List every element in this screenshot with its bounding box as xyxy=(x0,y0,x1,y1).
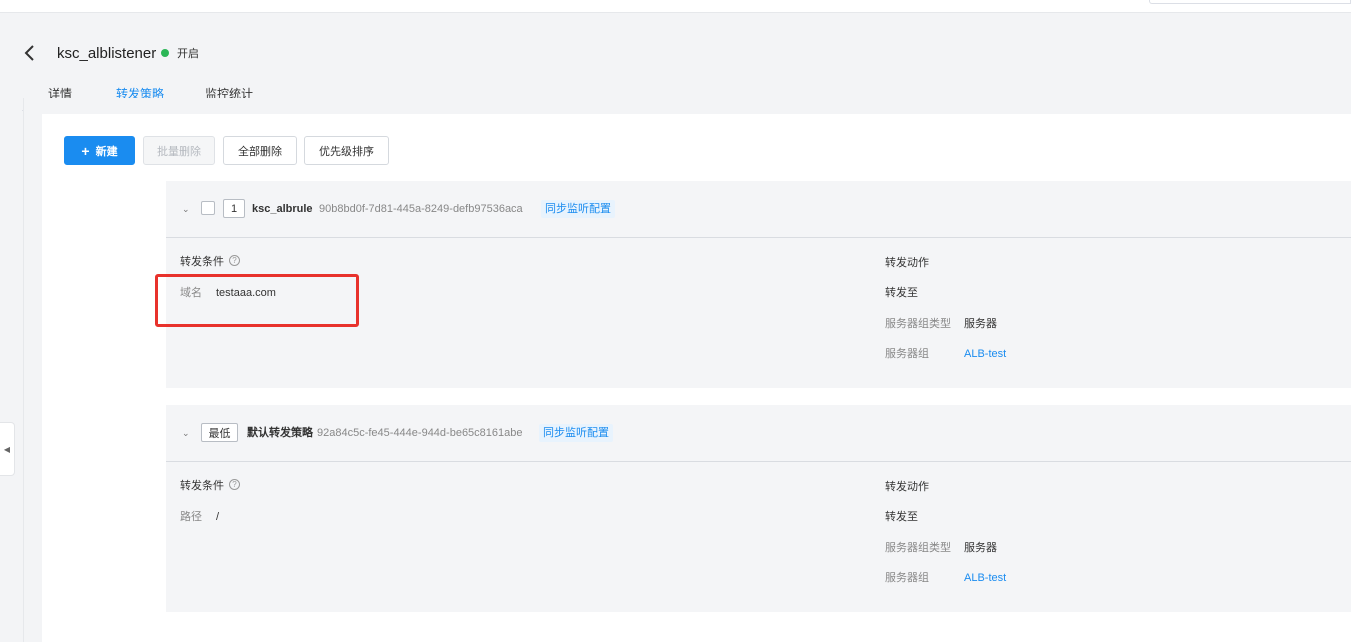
rule-checkbox[interactable] xyxy=(201,201,215,215)
caret-left-icon: ◀ xyxy=(3,444,11,454)
page-title: ksc_alblistener xyxy=(57,45,157,62)
top-search-input[interactable] xyxy=(1149,0,1351,4)
rule-name: ksc_albrule xyxy=(252,203,313,215)
status-dot-icon xyxy=(161,49,169,57)
chevron-left-icon[interactable] xyxy=(22,44,36,62)
server-group-link[interactable]: ALB-test xyxy=(964,347,1006,361)
rule-card: ⌄ 最低 默认转发策略 92a84c5c-fe45-444e-944d-be65… xyxy=(166,405,1351,612)
rule-name: 默认转发策略 xyxy=(247,427,313,439)
sidebar-collapse-handle[interactable]: ◀ xyxy=(0,422,15,476)
server-group-type-value: 服务器 xyxy=(964,318,997,330)
batch-delete-button[interactable]: 批量删除 xyxy=(143,136,215,165)
priority-sort-button[interactable]: 优先级排序 xyxy=(304,136,389,165)
sync-listener-config-link[interactable]: 同步监听配置 xyxy=(539,424,613,442)
highlight-annotation-box xyxy=(155,274,359,327)
server-group-key: 服务器组 xyxy=(885,572,929,584)
sync-listener-config-link[interactable]: 同步监听配置 xyxy=(541,200,615,218)
forward-to-label: 转发至 xyxy=(885,287,918,299)
chevron-down-icon[interactable]: ⌄ xyxy=(182,428,190,439)
rule-header: ⌄ 1 ksc_albrule 90b8bd0f-7d81-445a-8249-… xyxy=(166,181,1351,238)
condition-key: 路径 xyxy=(180,511,202,523)
server-group-key: 服务器组 xyxy=(885,348,929,360)
delete-all-button[interactable]: 全部删除 xyxy=(223,136,297,165)
new-button[interactable]: + 新建 xyxy=(64,136,135,165)
help-icon[interactable]: ? xyxy=(229,255,240,266)
forward-to-label: 转发至 xyxy=(885,511,918,523)
server-group-type-key: 服务器组类型 xyxy=(885,318,951,330)
top-navigation-bar xyxy=(0,0,1351,13)
action-title: 转发动作 xyxy=(885,481,929,493)
server-group-link[interactable]: ALB-test xyxy=(964,571,1006,585)
server-group-type-value: 服务器 xyxy=(964,542,997,554)
condition-title: 转发条件 xyxy=(180,256,224,268)
plus-icon: + xyxy=(81,142,90,159)
condition-value: / xyxy=(216,511,220,523)
new-button-label: 新建 xyxy=(95,145,118,158)
status-text: 开启 xyxy=(177,48,199,60)
condition-title: 转发条件 xyxy=(180,480,224,492)
rule-id: 92a84c5c-fe45-444e-944d-be65c8161abe xyxy=(317,427,523,439)
rule-id: 90b8bd0f-7d81-445a-8249-defb97536aca xyxy=(319,203,523,215)
rule-header: ⌄ 最低 默认转发策略 92a84c5c-fe45-444e-944d-be65… xyxy=(166,405,1351,462)
action-title: 转发动作 xyxy=(885,257,929,269)
priority-badge: 1 xyxy=(223,199,245,218)
page-header: ksc_alblistener 开启 详情 转发策略 监控统计 xyxy=(0,14,1351,111)
server-group-type-key: 服务器组类型 xyxy=(885,542,951,554)
chevron-down-icon[interactable]: ⌄ xyxy=(182,204,190,215)
help-icon[interactable]: ? xyxy=(229,479,240,490)
priority-badge: 最低 xyxy=(201,423,238,442)
